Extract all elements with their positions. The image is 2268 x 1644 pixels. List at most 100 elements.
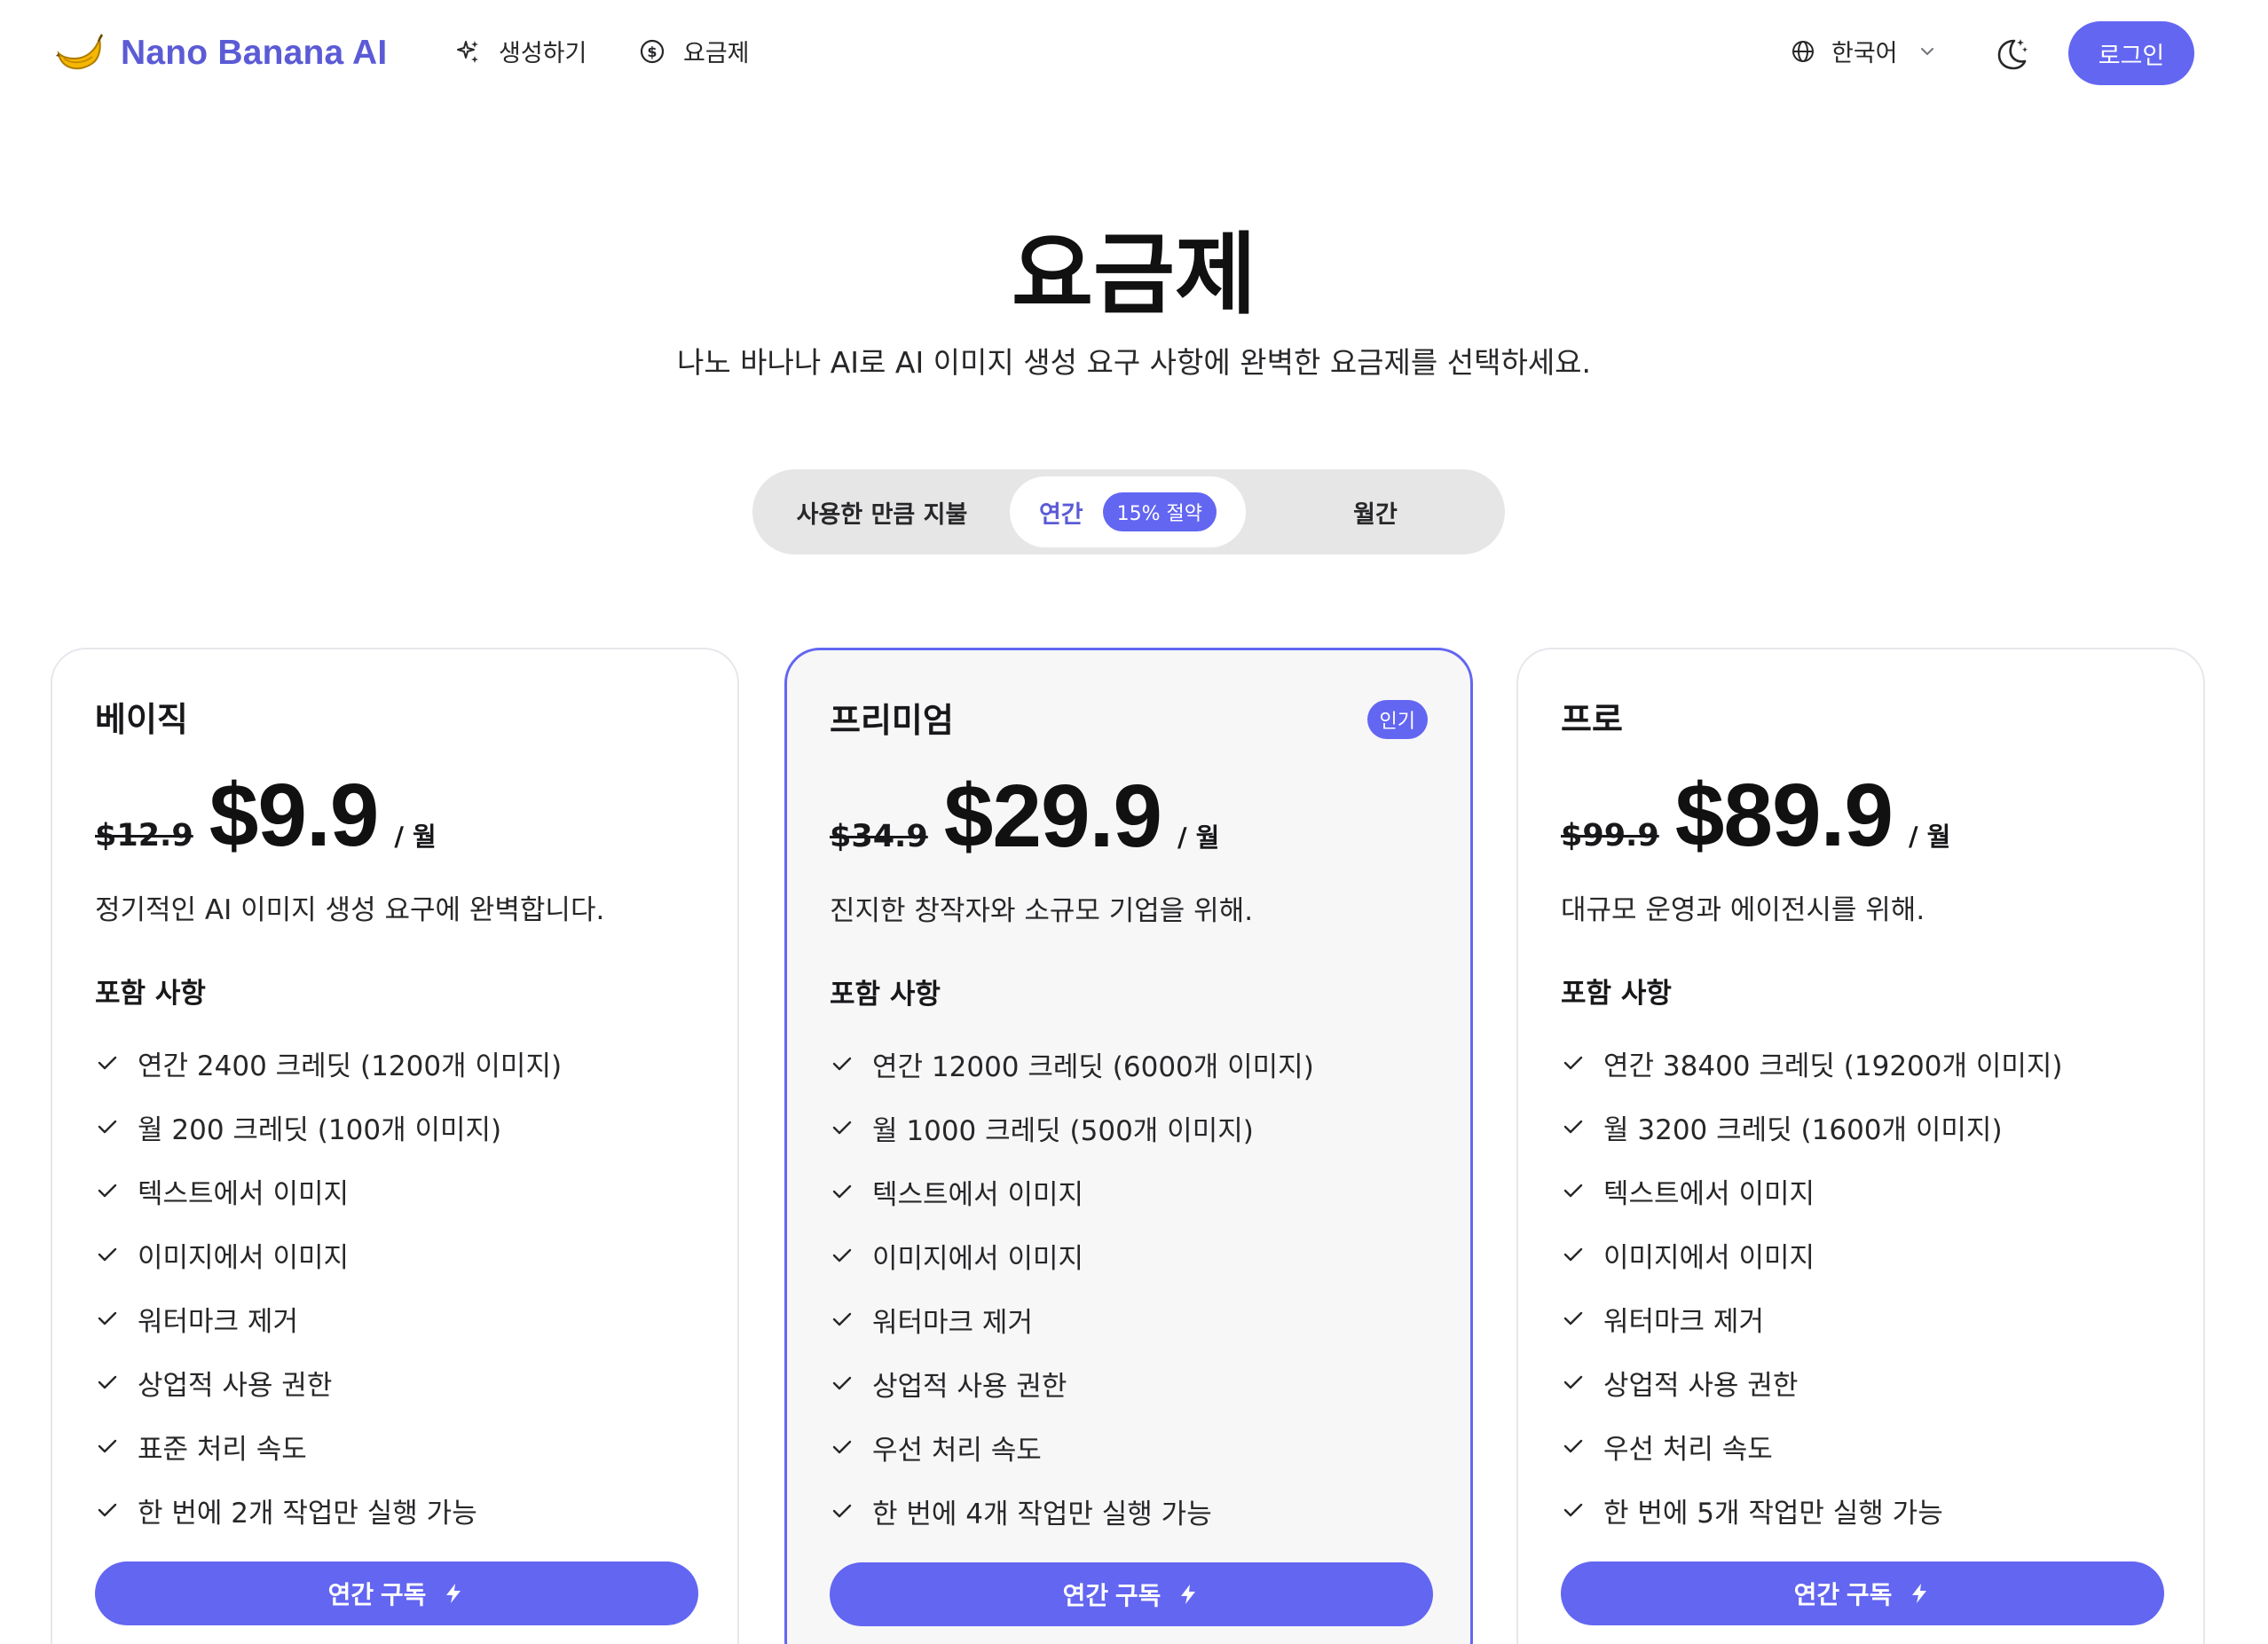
includes-title: 포함 사항 <box>1561 978 1672 1010</box>
moon-stars-icon[interactable] <box>1991 34 2030 73</box>
check-icon <box>1563 1247 1583 1262</box>
page-title: 요금제 <box>1012 223 1256 326</box>
nav-generate[interactable]: 생성하기 <box>454 34 587 68</box>
feature-text: 우선 처리 속도 <box>872 1434 1042 1467</box>
subscribe-button[interactable]: 연간 구독 <box>95 1561 698 1625</box>
feature-list: 연간 2400 크레딧 (1200개 이미지) 월 200 크레딧 (100개 이… <box>95 1031 562 1542</box>
lightning-icon <box>446 1584 461 1603</box>
feature-text: 월 1000 크레딧 (500개 이미지) <box>872 1114 1254 1147</box>
dollar-circle-icon: $ <box>640 39 665 63</box>
original-price: $12.9 <box>95 818 193 853</box>
check-icon <box>832 1248 852 1262</box>
feature-text: 한 번에 4개 작업만 실행 가능 <box>872 1498 1212 1530</box>
check-icon <box>98 1311 117 1325</box>
feature-item: 상업적 사용 권한 <box>95 1350 562 1414</box>
feature-item: 텍스트에서 이미지 <box>830 1160 1314 1223</box>
feature-text: 텍스트에서 이미지 <box>1603 1177 1815 1210</box>
feature-item: 이미지에서 이미지 <box>830 1223 1314 1287</box>
check-icon <box>1563 1184 1583 1198</box>
check-icon <box>832 1440 852 1454</box>
check-icon <box>1563 1311 1583 1325</box>
price: $29.9 <box>943 767 1162 866</box>
feature-text: 텍스트에서 이미지 <box>138 1177 350 1210</box>
plan-card-basic: 베이직 $12.9 $9.9 / 월 정기적인 AI 이미지 생성 요구에 완벽… <box>51 648 739 1644</box>
price-period: / 월 <box>1908 822 1951 852</box>
feature-item: 월 1000 크레딧 (500개 이미지) <box>830 1096 1314 1160</box>
feature-item: 연간 12000 크레딧 (6000개 이미지) <box>830 1032 1314 1096</box>
check-icon <box>832 1184 852 1199</box>
nav-pricing-label: 요금제 <box>683 40 750 67</box>
billing-toggle: 사용한 만큼 지불 연간 15% 절약 월간 <box>752 469 1505 555</box>
check-icon <box>832 1121 852 1135</box>
includes-title: 포함 사항 <box>95 978 206 1010</box>
feature-text: 표준 처리 속도 <box>138 1433 307 1466</box>
price: $9.9 <box>209 766 380 865</box>
subscribe-button[interactable]: 연간 구독 <box>1561 1561 2164 1625</box>
plan-name: 프리미엄 <box>830 701 954 740</box>
check-icon <box>1563 1375 1583 1389</box>
plan-description: 진지한 창작자와 소규모 기업을 위해. <box>830 895 1254 927</box>
check-icon <box>98 1375 117 1389</box>
feature-text: 워터마크 제거 <box>138 1305 298 1338</box>
brand-logo[interactable]: Nano Banana AI <box>51 27 387 80</box>
feature-text: 상업적 사용 권한 <box>872 1370 1067 1403</box>
check-icon <box>1563 1056 1583 1070</box>
feature-text: 이미지에서 이미지 <box>872 1242 1084 1275</box>
plan-card-pro: 프로 $99.9 $89.9 / 월 대규모 운영과 에이전시를 위해. 포함 … <box>1516 648 2205 1644</box>
popular-badge: 인기 <box>1366 700 1428 739</box>
feature-item: 이미지에서 이미지 <box>1561 1223 2063 1286</box>
tab-annual-label: 연간 <box>1038 500 1083 529</box>
feature-text: 텍스트에서 이미지 <box>872 1178 1084 1211</box>
feature-text: 상업적 사용 권한 <box>138 1369 333 1402</box>
feature-item: 우선 처리 속도 <box>1561 1414 2063 1478</box>
feature-text: 연간 12000 크레딧 (6000개 이미지) <box>872 1050 1314 1083</box>
feature-item: 월 200 크레딧 (100개 이미지) <box>95 1095 562 1159</box>
plan-description: 정기적인 AI 이미지 생성 요구에 완벽합니다. <box>95 894 605 926</box>
check-icon <box>1563 1439 1583 1453</box>
original-price: $34.9 <box>830 819 928 854</box>
price-row: $34.9 $29.9 / 월 <box>830 766 1219 868</box>
feature-item: 연간 38400 크레딧 (19200개 이미지) <box>1561 1031 2063 1095</box>
feature-item: 상업적 사용 권한 <box>1561 1350 2063 1414</box>
page-subtitle: 나노 바나나 AI로 AI 이미지 생성 요구 사항에 완벽한 요금제를 선택하… <box>676 345 1592 380</box>
tab-monthly[interactable]: 월간 <box>1246 476 1505 547</box>
nav-pricing[interactable]: $ 요금제 <box>639 34 750 68</box>
check-icon <box>832 1376 852 1390</box>
feature-text: 연간 38400 크레딧 (19200개 이미지) <box>1603 1050 2063 1082</box>
check-icon <box>1563 1120 1583 1134</box>
subscribe-button[interactable]: 연간 구독 <box>830 1562 1433 1626</box>
feature-text: 월 200 크레딧 (100개 이미지) <box>138 1113 502 1146</box>
check-icon <box>98 1247 117 1262</box>
login-button[interactable]: 로그인 <box>2068 21 2194 85</box>
price-period: / 월 <box>394 822 437 852</box>
feature-text: 연간 2400 크레딧 (1200개 이미지) <box>138 1050 563 1082</box>
nav-generate-label: 생성하기 <box>499 40 587 67</box>
feature-text: 이미지에서 이미지 <box>1603 1241 1815 1274</box>
plan-name: 베이직 <box>95 700 188 739</box>
globe-icon <box>1792 40 1814 62</box>
feature-item: 한 번에 5개 작업만 실행 가능 <box>1561 1478 2063 1542</box>
tab-pay-as-you-go[interactable]: 사용한 만큼 지불 <box>752 476 1012 547</box>
check-icon <box>98 1120 117 1134</box>
plan-name: 프로 <box>1561 700 1623 739</box>
check-icon <box>98 1056 117 1070</box>
feature-item: 우선 처리 속도 <box>830 1415 1314 1479</box>
feature-item: 상업적 사용 권한 <box>830 1351 1314 1415</box>
feature-item: 텍스트에서 이미지 <box>1561 1159 2063 1223</box>
check-icon <box>98 1439 117 1453</box>
feature-text: 한 번에 5개 작업만 실행 가능 <box>1603 1497 1943 1530</box>
sparkles-icon <box>457 40 478 63</box>
feature-item: 워터마크 제거 <box>95 1286 562 1350</box>
banana-icon <box>56 34 103 70</box>
language-selector[interactable]: 한국어 <box>1791 34 1937 68</box>
feature-text: 월 3200 크레딧 (1600개 이미지) <box>1603 1113 2003 1146</box>
feature-list: 연간 38400 크레딧 (19200개 이미지) 월 3200 크레딧 (160… <box>1561 1031 2063 1542</box>
save-badge: 15% 절약 <box>1102 492 1217 531</box>
tab-annual[interactable]: 연간 15% 절약 <box>1010 476 1246 547</box>
lightning-icon <box>1912 1584 1927 1603</box>
check-icon <box>1563 1503 1583 1517</box>
check-icon <box>98 1184 117 1198</box>
language-label: 한국어 <box>1831 40 1898 67</box>
plan-description: 대규모 운영과 에이전시를 위해. <box>1561 894 1925 926</box>
feature-item: 월 3200 크레딧 (1600개 이미지) <box>1561 1095 2063 1159</box>
